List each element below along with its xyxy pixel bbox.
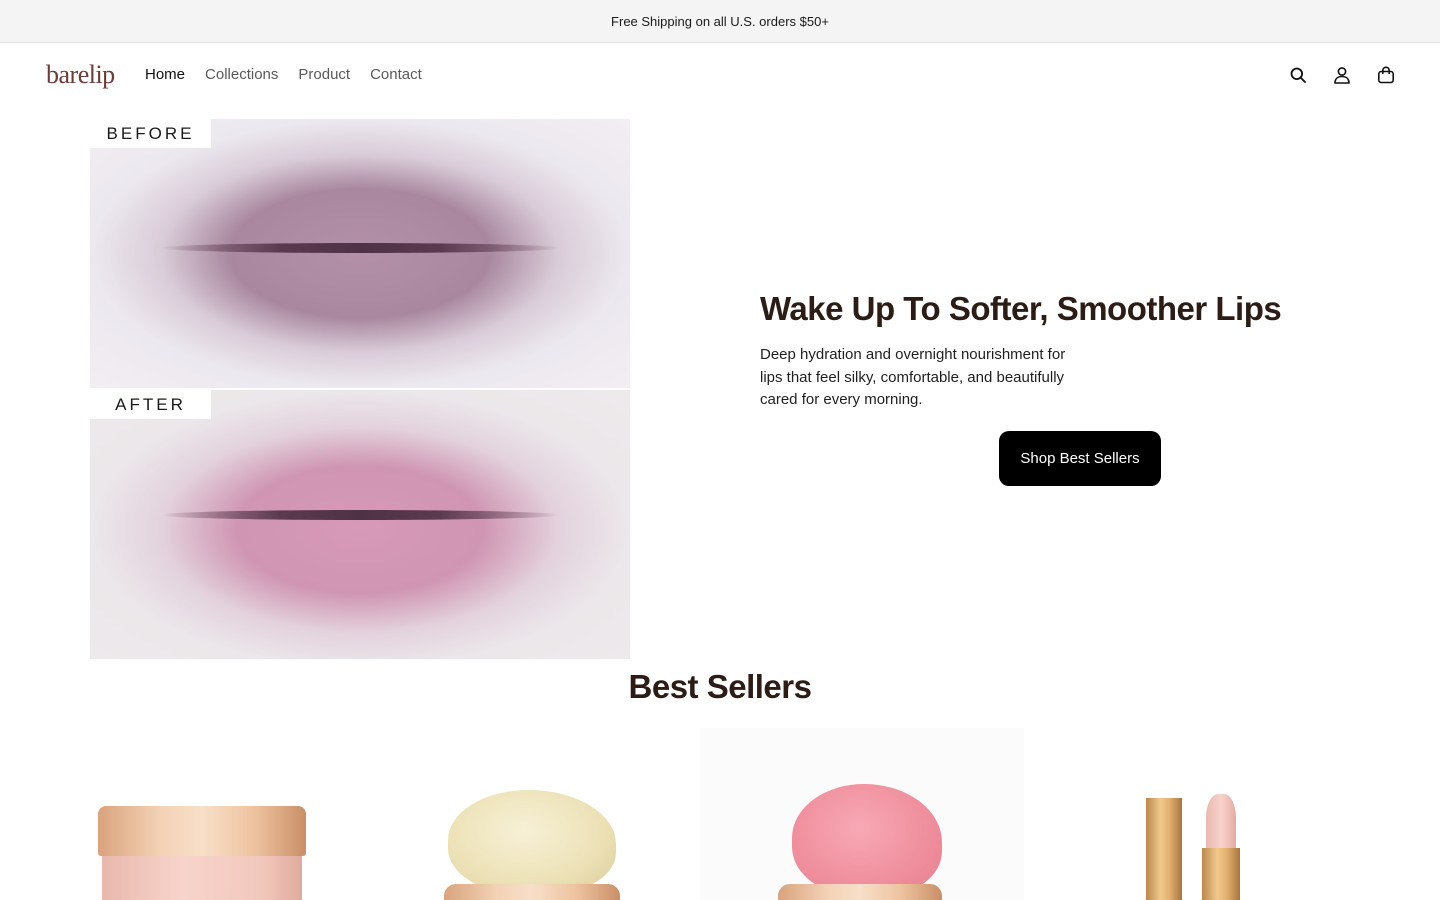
product-card-image[interactable] xyxy=(370,728,694,900)
after-lips-image: AFTER xyxy=(90,390,630,659)
jar-lid xyxy=(98,806,306,856)
after-label: AFTER xyxy=(90,390,211,419)
product-card-image[interactable] xyxy=(1030,728,1354,900)
lip-seam xyxy=(160,510,560,520)
announcement-text: Free Shipping on all U.S. orders $50+ xyxy=(611,13,829,29)
header-icons xyxy=(1288,65,1396,85)
search-icon[interactable] xyxy=(1288,65,1308,85)
lipstick-tube xyxy=(1202,848,1240,900)
site-header: barelip Home Collections Product Contact xyxy=(0,43,1440,109)
nav-home[interactable]: Home xyxy=(145,66,185,83)
nav-contact[interactable]: Contact xyxy=(370,66,422,83)
nav-collections[interactable]: Collections xyxy=(205,66,278,83)
shop-best-sellers-button[interactable]: Shop Best Sellers xyxy=(999,431,1161,486)
hero-content: Wake Up To Softer, Smoother Lips Deep hy… xyxy=(760,290,1320,412)
lipstick-cap xyxy=(1146,798,1182,900)
nav-product[interactable]: Product xyxy=(298,66,350,83)
account-icon[interactable] xyxy=(1332,65,1352,85)
product-card-image[interactable] xyxy=(40,728,364,900)
lip-seam xyxy=(160,243,560,253)
hero-title: Wake Up To Softer, Smoother Lips xyxy=(760,290,1282,327)
scrub-swatch xyxy=(792,784,942,896)
balm-swatch xyxy=(448,790,616,894)
hero-description: Deep hydration and overnight nourishment… xyxy=(760,346,1066,408)
logo[interactable]: barelip xyxy=(46,60,115,90)
cart-icon[interactable] xyxy=(1376,65,1396,85)
main-nav: Home Collections Product Contact xyxy=(145,66,422,83)
before-after-image: BEFORE AFTER xyxy=(90,119,630,659)
jar-lid xyxy=(778,884,942,900)
announcement-bar: Free Shipping on all U.S. orders $50+ xyxy=(0,0,1440,43)
product-card-image[interactable] xyxy=(700,728,1024,900)
best-sellers-title: Best Sellers xyxy=(628,668,812,705)
before-lips-image: BEFORE xyxy=(90,119,630,388)
before-label: BEFORE xyxy=(90,119,211,148)
lipstick-bullet xyxy=(1206,794,1236,854)
jar-lid xyxy=(444,884,620,900)
